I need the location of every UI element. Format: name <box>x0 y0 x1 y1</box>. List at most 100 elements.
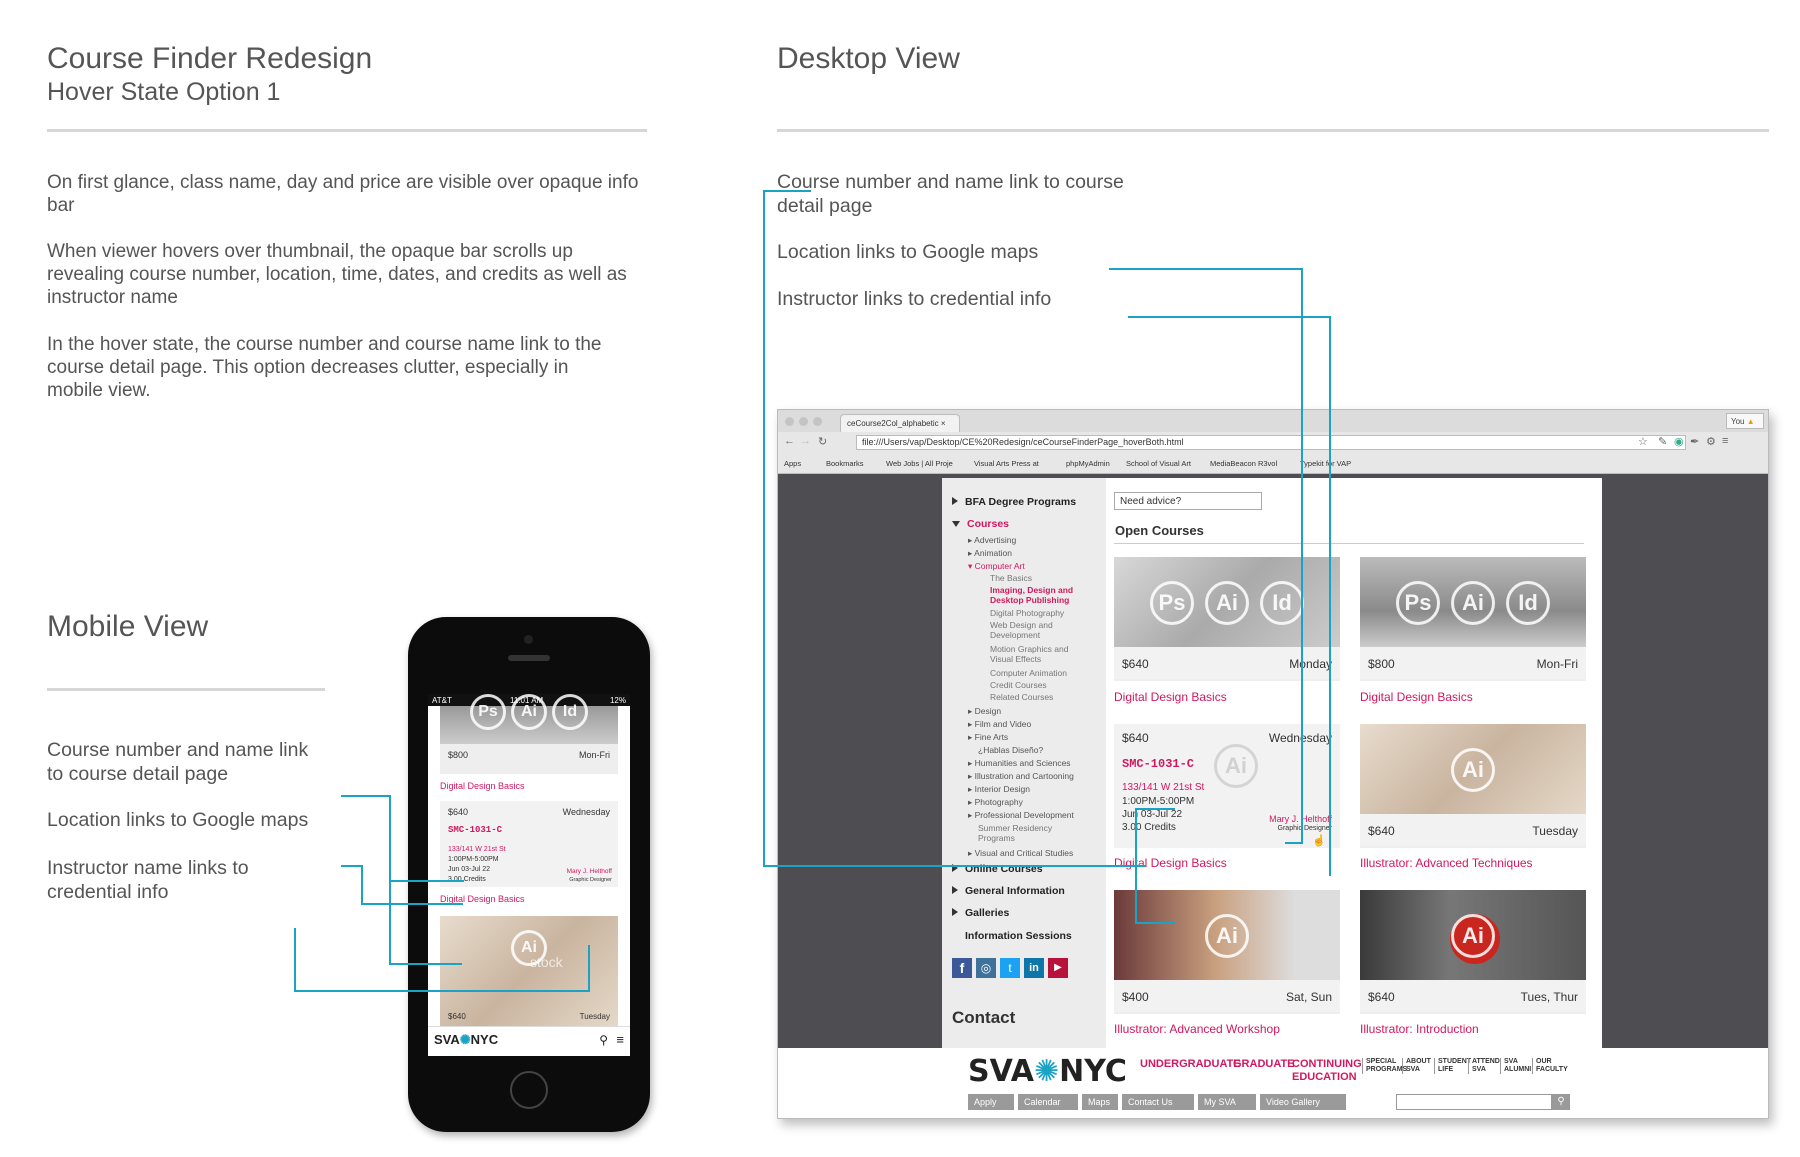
sidebar-sub-motion[interactable]: Motion Graphics and Visual Effects <box>990 644 1090 664</box>
course-name-link-6[interactable]: Illustrator: Introduction <box>1360 1022 1479 1036</box>
twitter-icon[interactable]: t <box>1000 958 1020 978</box>
sidebar-sub-advertising[interactable]: ▸ Advertising <box>968 535 1016 546</box>
chrome-extension-icon[interactable]: ◉ <box>1674 435 1684 448</box>
forward-icon[interactable]: → <box>800 435 811 447</box>
footer-search-input[interactable] <box>1396 1094 1552 1110</box>
reload-icon[interactable]: ↻ <box>818 435 827 448</box>
footer-search-icon[interactable]: ⚲ <box>1552 1094 1570 1110</box>
sidebar-sub-interior[interactable]: ▸ Interior Design <box>968 784 1030 795</box>
bookmark-phpmyadmin[interactable]: phpMyAdmin <box>1066 459 1110 468</box>
instructor-link[interactable]: Mary J. Helthoff <box>567 868 612 875</box>
sidebar-sub-professional[interactable]: ▸ Professional Development <box>968 810 1074 821</box>
window-close-dot[interactable] <box>785 417 794 426</box>
course-name-link-3[interactable]: Digital Design Basics <box>1114 856 1227 870</box>
sidebar-sub-film[interactable]: ▸ Film and Video <box>968 719 1031 730</box>
footer-button-apply[interactable]: Apply <box>968 1094 1014 1110</box>
footer-nav-alumni[interactable]: SVA ALUMNI <box>1500 1058 1531 1074</box>
bookmark-apps[interactable]: Apps <box>784 459 801 468</box>
footer-nav-attend[interactable]: ATTEND SVA <box>1468 1058 1500 1074</box>
instagram-icon[interactable]: ◎ <box>976 958 996 978</box>
sidebar-sub-computer-anim[interactable]: Computer Animation <box>990 668 1067 678</box>
back-icon[interactable]: ← <box>784 435 795 447</box>
sidebar-sub-basics[interactable]: The Basics <box>990 573 1032 583</box>
footer-button-maps[interactable]: Maps <box>1082 1094 1118 1110</box>
sidebar-sub-visual-critical[interactable]: ▸ Visual and Critical Studies <box>968 848 1073 859</box>
footer-nav-special[interactable]: SPECIAL PROGRAMS <box>1362 1058 1407 1074</box>
sidebar-contact[interactable]: Contact <box>952 1008 1015 1028</box>
footer-nav-student[interactable]: STUDENT LIFE <box>1434 1058 1471 1074</box>
window-minimize-dot[interactable] <box>799 417 808 426</box>
mobile-course-name-1[interactable]: Digital Design Basics <box>440 781 525 791</box>
bookmark-mediabeacon[interactable]: MediaBeacon R3vol <box>1210 459 1277 468</box>
bookmark-sva[interactable]: School of Visual Art <box>1126 459 1191 468</box>
need-advice-input[interactable]: Need advice? <box>1114 492 1262 510</box>
sidebar-sub-imaging[interactable]: Imaging, Design and Desktop Publishing <box>990 585 1090 605</box>
course-card-4[interactable]: Ai $640 Tuesday <box>1360 724 1586 848</box>
sidebar-sub-fine-arts[interactable]: ▸ Fine Arts <box>968 732 1008 743</box>
browser-tab[interactable]: ceCourse2Col_alphabetic × <box>840 414 960 432</box>
course-thumbnail[interactable]: Ai <box>1360 890 1586 982</box>
footer-button-calendar[interactable]: Calendar <box>1018 1094 1078 1110</box>
address-bar[interactable]: file:///Users/vap/Desktop/CE%20Redesign/… <box>856 435 1686 450</box>
course-thumbnail[interactable]: Ps Ai Id <box>440 694 618 744</box>
bookmark-webjobs[interactable]: Web Jobs | All Proje <box>886 459 953 468</box>
sidebar-sub-computer-art[interactable]: ▾ Computer Art <box>968 561 1025 572</box>
course-thumbnail[interactable]: Ps Ai Id <box>1114 557 1340 647</box>
sidebar-sub-credit[interactable]: Credit Courses <box>990 680 1047 690</box>
sidebar-item-galleries[interactable]: Galleries <box>952 907 1009 919</box>
course-card-1[interactable]: Ps Ai Id $640 Monday <box>1114 557 1340 681</box>
footer-button-mysva[interactable]: My SVA <box>1198 1094 1256 1110</box>
sidebar-sub-digital-photo[interactable]: Digital Photography <box>990 608 1064 618</box>
profile-button[interactable]: You ▲ <box>1726 413 1764 429</box>
footer-nav-undergraduate[interactable]: UNDERGRADUATE <box>1140 1058 1241 1071</box>
course-name-link-5[interactable]: Illustrator: Advanced Workshop <box>1114 1022 1280 1036</box>
sidebar-item-general[interactable]: General Information <box>952 885 1065 897</box>
sidebar-sub-illustration[interactable]: ▸ Illustration and Cartooning <box>968 771 1074 782</box>
sidebar-sub-summer[interactable]: Summer Residency Programs <box>978 823 1068 843</box>
youtube-icon[interactable]: ▶ <box>1048 958 1068 978</box>
hamburger-menu-icon[interactable]: ≡ <box>616 1032 624 1047</box>
footer-nav-faculty[interactable]: OUR FACULTY <box>1532 1058 1568 1074</box>
sidebar-sub-related[interactable]: Related Courses <box>990 692 1053 702</box>
eyedropper-icon[interactable]: ✎ <box>1658 435 1667 448</box>
course-name-link-1[interactable]: Digital Design Basics <box>1114 690 1227 704</box>
course-name-link-4[interactable]: Illustrator: Advanced Techniques <box>1360 856 1533 870</box>
sidebar-item-bfa[interactable]: BFA Degree Programs <box>952 496 1076 508</box>
sidebar-item-courses[interactable]: Courses <box>952 518 1009 530</box>
sidebar-sub-design[interactable]: ▸ Design <box>968 706 1001 717</box>
footer-button-contact[interactable]: Contact Us <box>1122 1094 1194 1110</box>
sidebar-sub-animation[interactable]: ▸ Animation <box>968 548 1012 559</box>
sidebar-sub-humanities[interactable]: ▸ Humanities and Sciences <box>968 758 1071 769</box>
course-thumbnail[interactable]: Ai <box>1360 724 1586 814</box>
facebook-icon[interactable]: f <box>952 958 972 978</box>
course-number-link[interactable]: SMC-1031-C <box>1122 757 1194 771</box>
menu-icon[interactable]: ≡ <box>1722 435 1728 447</box>
sva-logo[interactable]: SVA✺NYC <box>968 1054 1127 1089</box>
bookmark-typekit[interactable]: Typekit for VAP <box>1300 459 1351 468</box>
linkedin-icon[interactable]: in <box>1024 958 1044 978</box>
footer-nav-graduate[interactable]: GRADUATE <box>1233 1058 1295 1071</box>
settings-gear-icon[interactable]: ⚙ <box>1706 435 1716 448</box>
bookmark-bookmarks[interactable]: Bookmarks <box>826 459 864 468</box>
course-card-3-hover[interactable]: Ai $640 Wednesday SMC-1031-C 133/141 W 2… <box>1114 724 1340 848</box>
course-number-link[interactable]: SMC-1031-C <box>448 825 502 835</box>
sidebar-sub-hablas[interactable]: ¿Hablas Diseño? <box>978 745 1043 755</box>
sidebar-item-info-sessions[interactable]: Information Sessions <box>965 930 1072 942</box>
window-zoom-dot[interactable] <box>813 417 822 426</box>
mobile-course-card-2-hover[interactable]: $640 Wednesday SMC-1031-C 133/141 W 21st… <box>440 801 618 887</box>
location-link[interactable]: 133/141 W 21st St <box>448 846 506 853</box>
footer-nav-continuing-ed[interactable]: CONTINUING EDUCATION <box>1292 1058 1362 1084</box>
footer-button-video[interactable]: Video Gallery <box>1260 1094 1346 1110</box>
course-thumbnail[interactable]: Ps Ai Id <box>1360 557 1586 647</box>
footer-nav-about[interactable]: ABOUT SVA <box>1402 1058 1432 1074</box>
sidebar-sub-web-design[interactable]: Web Design and Development <box>990 620 1080 640</box>
mobile-sva-logo[interactable]: SVA✺NYC <box>434 1032 498 1048</box>
course-thumbnail[interactable]: Ai <box>1114 890 1340 982</box>
mobile-search-icon[interactable]: ⚲ <box>599 1033 608 1047</box>
course-name-link-2[interactable]: Digital Design Basics <box>1360 690 1473 704</box>
bookmark-vapress[interactable]: Visual Arts Press at <box>974 459 1039 468</box>
sidebar-sub-photography[interactable]: ▸ Photography <box>968 797 1023 808</box>
mobile-course-card-1[interactable]: Ps Ai Id $800 Mon-Fri <box>440 694 618 774</box>
location-link[interactable]: 133/141 W 21st St <box>1122 782 1204 793</box>
mobile-course-card-3[interactable]: Ai stock $640 Tuesday <box>440 916 618 1026</box>
